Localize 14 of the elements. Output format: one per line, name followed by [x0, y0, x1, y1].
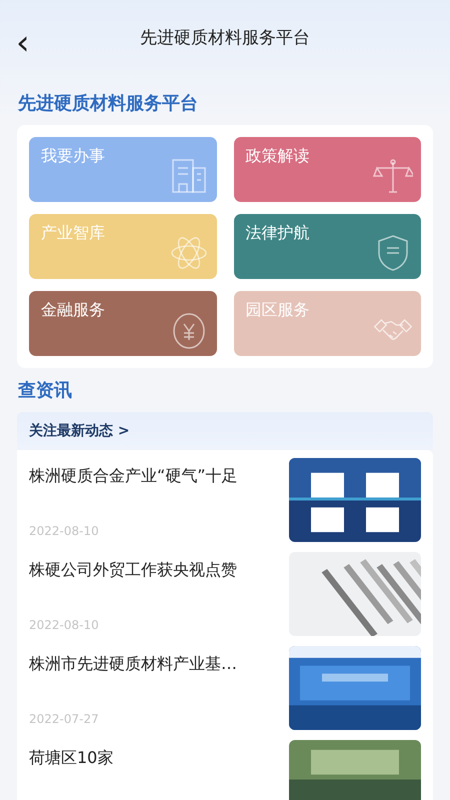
section-title: 先进硬质材料服务平台 [18, 92, 199, 115]
news-title[interactable]: 荷塘区10家 [29, 748, 279, 769]
page-title: 先进硬质材料服务平台 [140, 27, 310, 49]
back-button[interactable]: ‹ [8, 26, 38, 60]
service-tile[interactable]: 法律护航 [234, 214, 421, 279]
news-date: 2022-08-10 [29, 524, 100, 538]
service-tile[interactable]: 金融服务 [29, 291, 216, 356]
news-date: 2022-08-10 [29, 618, 100, 632]
news-title[interactable]: 株洲硬质合金产业“硬气”十足 [29, 466, 279, 487]
news-date: 2022-07-27 [29, 712, 100, 726]
latest-news-link[interactable]: 关注最新动态 > [17, 412, 433, 450]
section-title: 查资讯 [18, 379, 73, 402]
news-title[interactable]: 株硬公司外贸工作获央视点赞 [29, 560, 279, 581]
news-title[interactable]: 株洲市先进硬质材料产业基… [29, 654, 279, 675]
